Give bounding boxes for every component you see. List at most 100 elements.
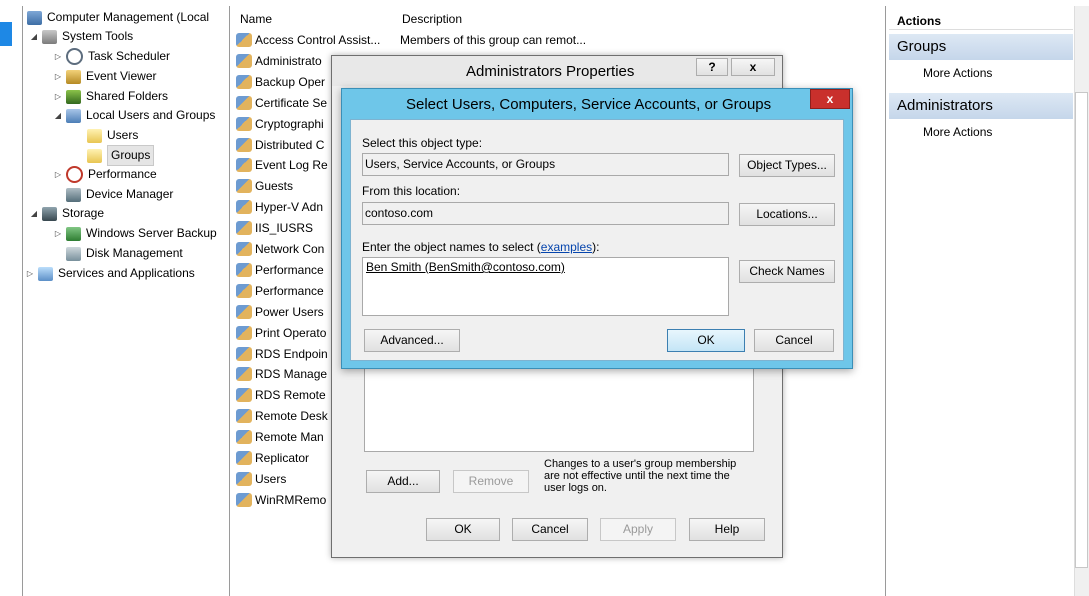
group-icon	[236, 137, 252, 152]
group-icon	[236, 179, 252, 194]
help-button[interactable]: Help	[689, 518, 765, 541]
window-accent-strip	[0, 22, 12, 46]
users-icon	[66, 108, 81, 123]
actions-header: Actions	[889, 12, 1073, 30]
close-icon[interactable]: x	[731, 58, 775, 76]
device-manager-icon	[66, 187, 81, 202]
group-icon	[236, 116, 252, 131]
group-icon	[236, 430, 252, 445]
remove-button[interactable]: Remove	[453, 470, 529, 493]
tree-item-disk-management[interactable]: Disk Management	[66, 244, 183, 263]
computer-management-icon	[27, 10, 42, 25]
object-type-label: Select this object type:	[362, 136, 483, 150]
more-actions-groups[interactable]: More Actions	[923, 66, 992, 80]
services-icon	[38, 266, 53, 281]
group-icon	[236, 158, 252, 173]
locations-button[interactable]: Locations...	[739, 203, 835, 226]
tree-item-shared-folders[interactable]: ▷ Shared Folders	[53, 87, 168, 106]
clock-icon	[66, 48, 83, 65]
tree-item-services-applications[interactable]: ▷ Services and Applications	[25, 264, 195, 283]
close-icon[interactable]: x	[810, 89, 850, 109]
more-actions-administrators[interactable]: More Actions	[923, 125, 992, 139]
group-icon	[236, 262, 252, 277]
collapse-icon[interactable]: ◢	[53, 106, 63, 125]
tree-item-task-scheduler[interactable]: ▷ Task Scheduler	[53, 47, 170, 66]
group-icon	[236, 325, 252, 340]
tree-item-storage[interactable]: ◢ Storage	[29, 204, 104, 223]
group-icon	[236, 451, 252, 465]
examples-link[interactable]: examples	[541, 240, 592, 254]
resolved-name: Ben Smith (BenSmith@contoso.com)	[366, 260, 565, 274]
shared-folders-icon	[66, 89, 81, 104]
ok-button[interactable]: OK	[426, 518, 500, 541]
expand-icon[interactable]: ▷	[25, 264, 35, 283]
group-name: Access Control Assist...	[255, 33, 381, 47]
select-users-dialog: Select Users, Computers, Service Account…	[341, 88, 853, 369]
column-header-description[interactable]: Description	[402, 10, 462, 28]
location-field: contoso.com	[362, 202, 729, 225]
group-icon	[236, 33, 252, 47]
event-viewer-icon	[66, 69, 81, 84]
group-icon	[236, 74, 252, 89]
tree-item-device-manager[interactable]: Device Manager	[66, 185, 173, 204]
membership-note: Changes to a user's group membership are…	[544, 458, 737, 494]
storage-icon	[42, 206, 57, 221]
actions-pane: Actions Groups More Actions Administrato…	[889, 6, 1073, 596]
actions-section-administrators[interactable]: Administrators	[889, 93, 1073, 119]
expand-icon[interactable]: ▷	[53, 87, 63, 106]
object-names-label: Enter the object names to select (exampl…	[362, 240, 600, 254]
tree-item-performance[interactable]: ▷ Performance	[53, 165, 157, 184]
group-icon	[236, 283, 252, 298]
actions-section-groups[interactable]: Groups	[889, 34, 1073, 60]
select-dialog-body: Select this object type: Users, Service …	[350, 119, 844, 361]
tree-item-users[interactable]: Users	[87, 126, 138, 145]
console-tree[interactable]: Computer Management (Local ◢ System Tool…	[22, 6, 230, 596]
select-dialog-title: Select Users, Computers, Service Account…	[406, 96, 772, 113]
folder-icon	[87, 128, 102, 143]
tree-item-system-tools[interactable]: ◢ System Tools	[29, 27, 133, 46]
system-tools-icon	[42, 29, 57, 44]
group-icon	[236, 388, 252, 403]
object-names-input[interactable]: Ben Smith (BenSmith@contoso.com)	[362, 257, 729, 316]
ok-button[interactable]: OK	[667, 329, 745, 352]
object-type-field: Users, Service Accounts, or Groups	[362, 153, 729, 176]
group-icon	[236, 95, 252, 110]
expand-icon[interactable]: ▷	[53, 165, 63, 184]
dialog-title: Administrators Properties	[466, 63, 635, 80]
group-icon	[236, 200, 252, 215]
group-description: Members of this group can remot...	[400, 33, 587, 47]
group-icon	[236, 367, 252, 382]
performance-icon	[66, 166, 83, 183]
apply-button[interactable]: Apply	[600, 518, 676, 541]
group-icon	[236, 346, 252, 361]
help-icon[interactable]: ?	[696, 58, 728, 76]
expand-icon[interactable]: ▷	[53, 67, 63, 86]
advanced-button[interactable]: Advanced...	[364, 329, 460, 352]
group-icon	[236, 409, 252, 424]
tree-item-groups[interactable]: Groups	[87, 145, 155, 166]
group-icon	[236, 492, 252, 507]
tree-item-event-viewer[interactable]: ▷ Event Viewer	[53, 67, 156, 86]
table-row[interactable]: Access Control Assist... Members of this …	[236, 30, 586, 50]
cancel-button[interactable]: Cancel	[512, 518, 588, 541]
folder-icon	[87, 148, 102, 163]
disk-icon	[66, 246, 81, 261]
tree-item-local-users-groups[interactable]: ◢ Local Users and Groups	[53, 106, 215, 125]
add-button[interactable]: Add...	[366, 470, 440, 493]
cancel-button[interactable]: Cancel	[754, 329, 834, 352]
expand-icon[interactable]: ▷	[53, 224, 63, 243]
group-icon	[236, 242, 252, 256]
check-names-button[interactable]: Check Names	[739, 260, 835, 283]
scrollbar-thumb[interactable]	[1075, 92, 1088, 568]
expand-icon[interactable]: ▷	[53, 47, 63, 66]
tree-item-windows-server-backup[interactable]: ▷ Windows Server Backup	[53, 224, 217, 243]
dialog-titlebar[interactable]: Administrators Properties ? x	[332, 56, 782, 86]
column-header-name[interactable]: Name	[240, 10, 272, 28]
collapse-icon[interactable]: ◢	[29, 204, 39, 223]
group-icon	[236, 471, 252, 486]
tree-item-computer-management[interactable]: Computer Management (Local	[27, 8, 209, 27]
collapse-icon[interactable]: ◢	[29, 27, 39, 46]
location-label: From this location:	[362, 184, 461, 198]
backup-icon	[66, 226, 81, 241]
object-types-button[interactable]: Object Types...	[739, 154, 835, 177]
